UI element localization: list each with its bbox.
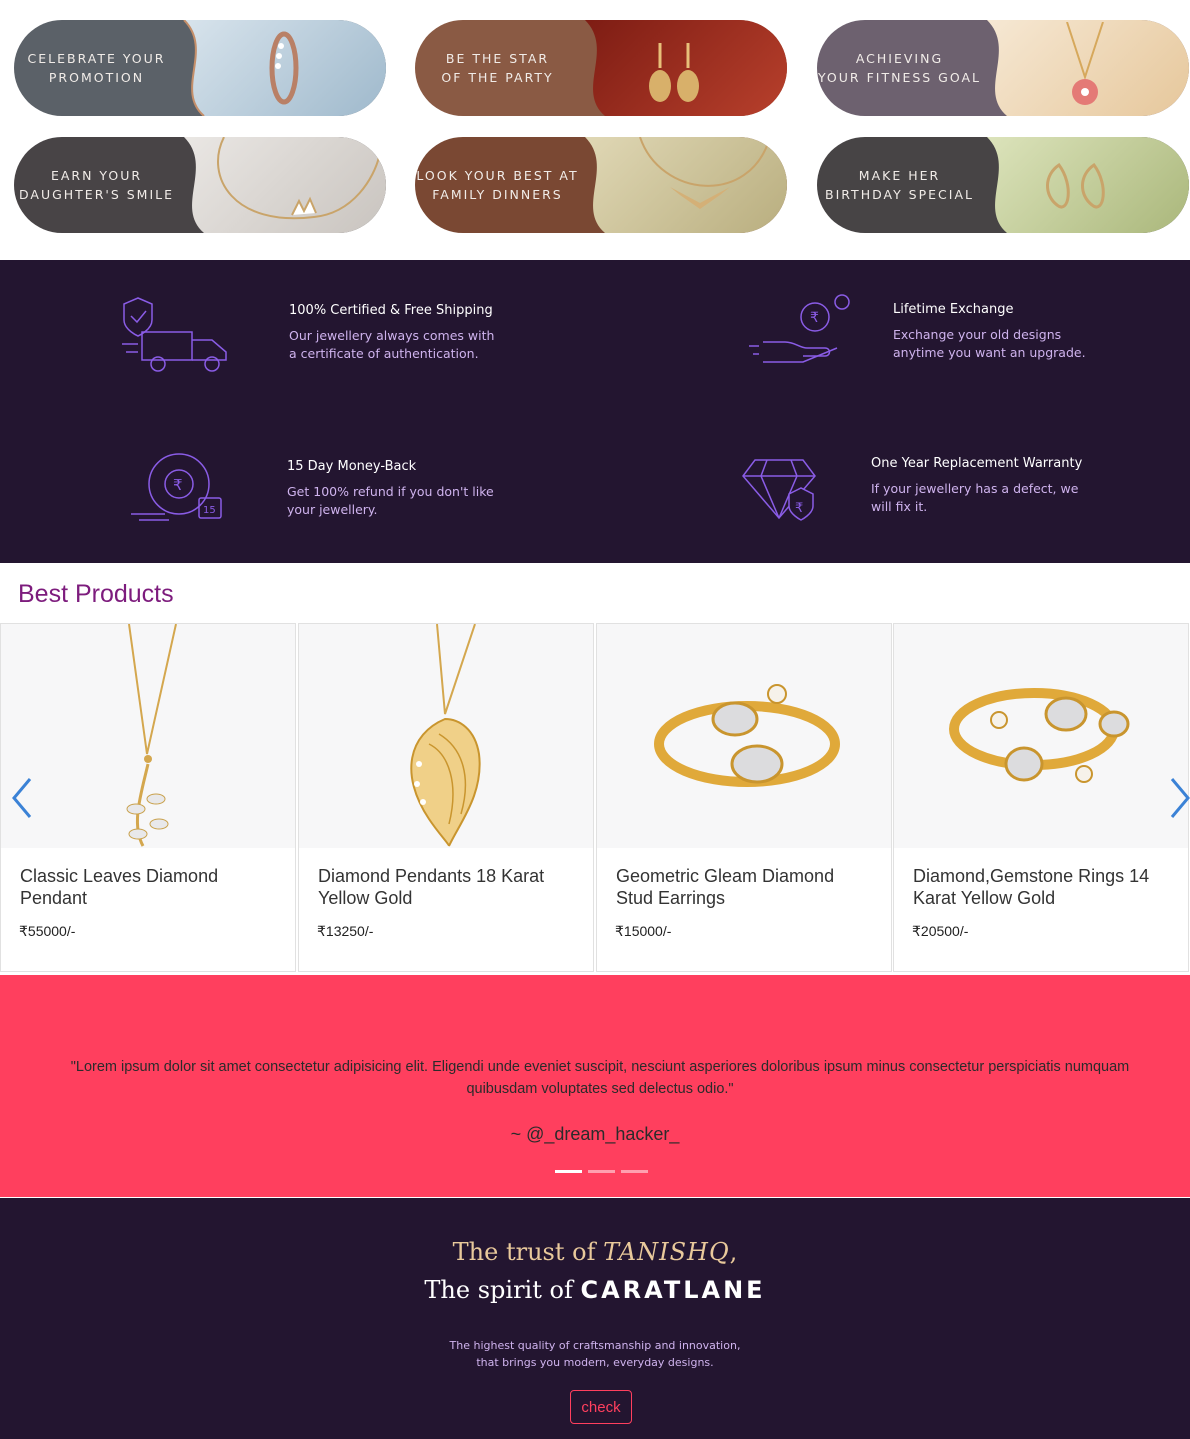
occasion-label: BE THE STAR OF THE PARTY xyxy=(441,51,554,85)
svg-text:₹: ₹ xyxy=(795,501,803,516)
carousel-next-arrow-icon[interactable] xyxy=(1166,775,1190,821)
money-back-badge: 15 xyxy=(203,505,216,516)
product-card[interactable]: Diamond,Gemstone Rings 14 Karat Yellow G… xyxy=(893,623,1189,972)
features-band: 100% Certified & Free Shipping Our jewel… xyxy=(0,260,1190,563)
occasion-dinner[interactable]: LOOK YOUR BEST AT FAMILY DINNERS xyxy=(415,137,787,233)
earrings-icon xyxy=(649,43,699,102)
product-card[interactable]: Geometric Gleam Diamond Stud Earrings ₹1… xyxy=(596,623,892,972)
carousel-prev-arrow-icon[interactable] xyxy=(8,775,36,821)
feature-description: Exchange your old designs anytime you wa… xyxy=(893,327,1086,360)
product-image xyxy=(894,624,1188,848)
promo-description: The highest quality of craftsmanship and… xyxy=(449,1339,741,1369)
necklace-icon xyxy=(639,137,771,209)
occasion-label: CELEBRATE YOUR PROMOTION xyxy=(27,51,166,85)
product-image xyxy=(1,624,295,848)
leaf-pendant-image xyxy=(126,624,177,847)
promo-comma: , xyxy=(729,1238,738,1266)
money-back-icon: ₹ 15 xyxy=(131,453,222,521)
pendant-icon xyxy=(1066,22,1104,105)
floral-ring-image xyxy=(654,684,840,787)
svg-text:₹: ₹ xyxy=(810,310,819,326)
occasion-label: MAKE HER BIRTHDAY SPECIAL xyxy=(825,168,974,202)
stud-earrings-icon xyxy=(1046,162,1105,209)
caratlane-logo: CARATLANE xyxy=(580,1276,766,1304)
certified-shipping-icon xyxy=(122,297,227,372)
occasion-label: LOOK YOUR BEST AT FAMILY DINNERS xyxy=(416,168,579,202)
occasion-birthday[interactable]: MAKE HER BIRTHDAY SPECIAL xyxy=(817,137,1189,233)
product-name[interactable]: Diamond,Gemstone Rings 14 Karat Yellow G… xyxy=(913,865,1173,909)
occasion-fitness[interactable]: ACHIEVING YOUR FITNESS GOAL xyxy=(817,20,1189,116)
promo-headline-spirit: The spirit of CARATLANE xyxy=(0,1276,1190,1304)
lifetime-exchange-icon: ₹ xyxy=(749,294,850,363)
occasion-banners: CELEBRATE YOUR PROMOTION BE THE STAR OF … xyxy=(0,0,1190,258)
testimonial-author: ~ @_dream_hacker_ xyxy=(510,1124,680,1144)
product-card[interactable]: Classic Leaves Diamond Pendant ₹55000/- xyxy=(0,623,296,972)
warranty-diamond-icon: ₹ xyxy=(742,459,816,521)
indicator-dot[interactable] xyxy=(588,1170,615,1173)
wing-pendant-image xyxy=(410,624,481,847)
feature-title: One Year Replacement Warranty xyxy=(871,456,1083,471)
indicator-dot[interactable] xyxy=(621,1170,648,1173)
product-card[interactable]: Diamond Pendants 18 Karat Yellow Gold ₹1… xyxy=(298,623,594,972)
feature-description: If your jewellery has a defect, we will … xyxy=(871,481,1079,514)
promo-trust-text: The trust of xyxy=(452,1238,596,1266)
product-price: ₹55000/- xyxy=(19,923,76,939)
check-button[interactable]: check xyxy=(570,1390,632,1424)
feature-description: Our jewellery always comes with a certif… xyxy=(289,328,495,361)
product-image xyxy=(597,624,891,848)
feature-title: Lifetime Exchange xyxy=(893,302,1014,317)
occasion-party[interactable]: BE THE STAR OF THE PARTY xyxy=(415,20,787,116)
product-name[interactable]: Diamond Pendants 18 Karat Yellow Gold xyxy=(318,865,578,909)
feature-description: Get 100% refund if you don't like your j… xyxy=(287,484,494,517)
product-price: ₹20500/- xyxy=(912,923,969,939)
product-price: ₹13250/- xyxy=(317,923,374,939)
occasion-promotion[interactable]: CELEBRATE YOUR PROMOTION xyxy=(14,20,386,116)
promo-headline-trust: The trust of TANISHQ, xyxy=(0,1238,1190,1266)
ring-icon xyxy=(269,31,299,105)
best-products-title: Best Products xyxy=(18,580,174,608)
gemstone-ring-image xyxy=(949,688,1130,783)
product-price: ₹15000/- xyxy=(615,923,672,939)
product-name[interactable]: Classic Leaves Diamond Pendant xyxy=(20,865,280,909)
product-carousel: Classic Leaves Diamond Pendant ₹55000/- … xyxy=(0,623,1190,973)
testimonial-quote: "Lorem ipsum dolor sit amet consectetur … xyxy=(70,1059,1130,1097)
occasion-label: ACHIEVING YOUR FITNESS GOAL xyxy=(817,51,982,85)
product-image xyxy=(299,624,593,848)
product-name[interactable]: Geometric Gleam Diamond Stud Earrings xyxy=(616,865,876,909)
tanishq-logo: TANISHQ xyxy=(603,1238,730,1266)
bracelet-icon xyxy=(217,137,380,220)
feature-title: 15 Day Money-Back xyxy=(287,459,417,474)
indicator-dot[interactable] xyxy=(555,1170,582,1173)
feature-title: 100% Certified & Free Shipping xyxy=(289,303,493,318)
promo-spirit-text: The spirit of xyxy=(424,1276,573,1304)
svg-text:₹: ₹ xyxy=(173,476,183,494)
occasion-label: EARN YOUR DAUGHTER'S SMILE xyxy=(18,168,175,202)
occasion-daughter[interactable]: EARN YOUR DAUGHTER'S SMILE xyxy=(14,137,386,233)
